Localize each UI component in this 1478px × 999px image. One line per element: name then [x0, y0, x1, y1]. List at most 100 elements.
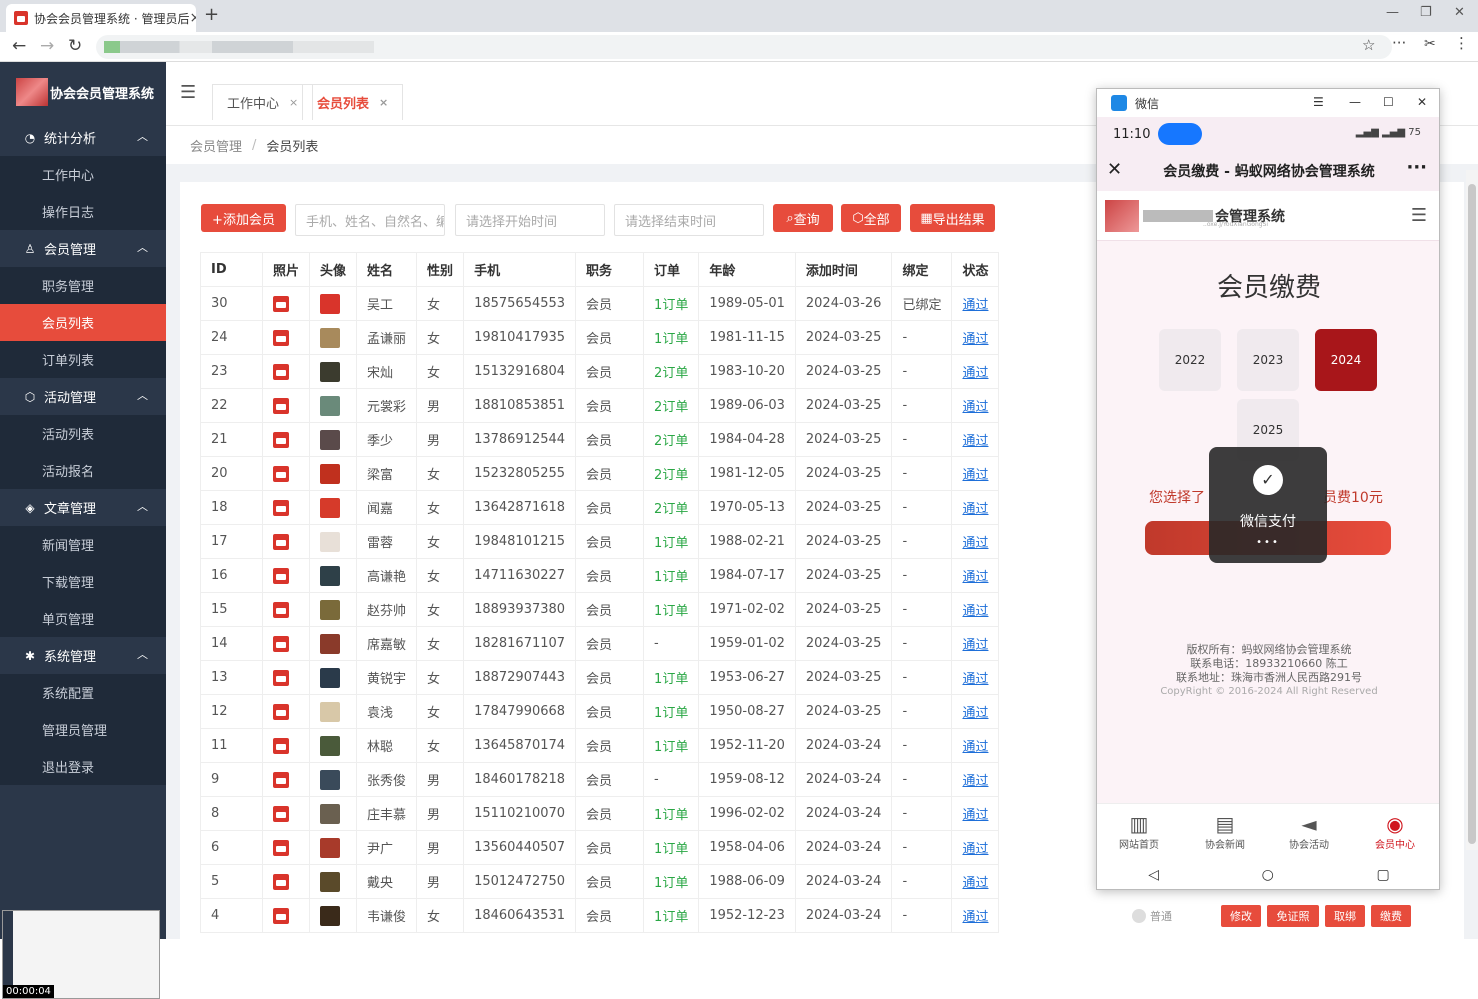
sidebar-group[interactable]: ◔ 统计分析 ︿ — [0, 119, 166, 156]
scrollbar-thumb[interactable] — [1468, 184, 1476, 844]
status-link[interactable]: 通过 — [962, 740, 988, 755]
close-icon[interactable]: × — [289, 96, 298, 109]
avatar[interactable] — [320, 497, 341, 518]
sidebar-item[interactable]: 活动列表 — [0, 415, 166, 452]
status-link[interactable]: 通过 — [962, 774, 988, 789]
nav-activities[interactable]: ◄ 协会活动 — [1279, 812, 1339, 851]
back-icon[interactable]: ← — [12, 36, 26, 56]
avatar[interactable] — [320, 837, 341, 858]
status-link[interactable]: 通过 — [962, 434, 988, 449]
more-icon[interactable]: ··· — [1406, 157, 1427, 178]
url-field[interactable] — [96, 35, 1392, 59]
cell-orders[interactable]: 1订单 — [643, 320, 700, 355]
photo-placeholder-icon[interactable] — [273, 363, 289, 380]
add-member-button[interactable]: +添加会员 — [201, 204, 286, 232]
avatar[interactable] — [320, 463, 341, 484]
status-link[interactable]: 通过 — [962, 672, 988, 687]
photo-placeholder-icon[interactable] — [273, 567, 289, 584]
tab-close-icon[interactable]: × — [189, 10, 196, 26]
avatar[interactable] — [320, 565, 341, 586]
photo-placeholder-icon[interactable] — [273, 601, 289, 618]
cell-orders[interactable]: 1订单 — [643, 558, 700, 593]
status-link[interactable]: 通过 — [962, 400, 988, 415]
status-link[interactable]: 通过 — [962, 842, 988, 857]
photo-placeholder-icon[interactable] — [273, 771, 289, 788]
status-link[interactable]: 通过 — [962, 502, 988, 517]
avatar[interactable] — [320, 803, 341, 824]
sidebar-item[interactable]: 活动报名 — [0, 452, 166, 489]
search-input[interactable]: 手机、姓名、自然名、编号 — [295, 204, 445, 236]
home-circle-icon[interactable]: ○ — [1262, 867, 1274, 883]
wechat-minimize-button[interactable]: — — [1349, 95, 1361, 109]
close-icon[interactable]: × — [379, 96, 388, 109]
start-date-input[interactable]: 请选择开始时间 — [455, 204, 605, 236]
bookmark-star-icon[interactable]: ☆ — [1362, 36, 1375, 54]
restore-button[interactable]: ❐ — [1420, 5, 1432, 20]
extension-icon[interactable]: ✂ — [1424, 36, 1436, 52]
avatar[interactable] — [320, 395, 341, 416]
sidebar-item[interactable]: 单页管理 — [0, 600, 166, 637]
status-link[interactable]: 通过 — [962, 706, 988, 721]
photo-placeholder-icon[interactable] — [273, 465, 289, 482]
cell-orders[interactable]: 1订单 — [643, 728, 700, 763]
member-type-switch[interactable]: 普通 — [1132, 908, 1172, 924]
close-window-button[interactable]: ✕ — [1454, 5, 1465, 20]
cell-orders[interactable]: 2订单 — [643, 388, 700, 423]
sidebar-item[interactable]: 管理员管理 — [0, 711, 166, 748]
nav-news[interactable]: ▤ 协会新闻 — [1195, 812, 1255, 851]
cell-orders[interactable]: 1订单 — [643, 864, 700, 899]
browser-tab[interactable]: 协会会员管理系统 · 管理员后 × — [6, 4, 196, 32]
sidebar-item[interactable]: 会员列表 — [0, 304, 166, 341]
wechat-close-button[interactable]: ✕ — [1417, 95, 1427, 109]
sidebar-item[interactable]: 工作中心 — [0, 156, 166, 193]
photo-placeholder-icon[interactable] — [273, 703, 289, 720]
year-option-2024[interactable]: 2024 — [1315, 329, 1377, 391]
avatar[interactable] — [320, 871, 341, 892]
photo-placeholder-icon[interactable] — [273, 873, 289, 890]
status-link[interactable]: 通过 — [962, 298, 988, 313]
breadcrumb-parent[interactable]: 会员管理 — [190, 136, 242, 155]
tab-member-list[interactable]: 会员列表 × — [302, 84, 404, 120]
photo-placeholder-icon[interactable] — [273, 533, 289, 550]
avatar[interactable] — [320, 429, 341, 450]
row-action-button[interactable]: 取绑 — [1325, 905, 1365, 927]
sidebar-item[interactable]: 订单列表 — [0, 341, 166, 378]
avatar[interactable] — [320, 327, 341, 348]
cell-orders[interactable]: 1订单 — [643, 592, 700, 627]
photo-placeholder-icon[interactable] — [273, 635, 289, 652]
query-button[interactable]: ⌕ 查询 — [773, 204, 833, 232]
sidebar-item[interactable]: 退出登录 — [0, 748, 166, 785]
avatar[interactable] — [320, 599, 341, 620]
all-button[interactable]: ⬡ 全部 — [841, 204, 901, 232]
photo-placeholder-icon[interactable] — [273, 839, 289, 856]
status-link[interactable]: 通过 — [962, 366, 988, 381]
status-link[interactable]: 通过 — [962, 876, 988, 891]
year-option-2023[interactable]: 2023 — [1237, 329, 1299, 391]
close-icon[interactable]: ✕ — [1107, 159, 1122, 180]
wechat-maximize-button[interactable]: ☐ — [1383, 95, 1394, 109]
photo-placeholder-icon[interactable] — [273, 907, 289, 924]
avatar[interactable] — [320, 293, 341, 314]
photo-placeholder-icon[interactable] — [273, 499, 289, 516]
wechat-menu-icon[interactable]: ☰ — [1313, 95, 1324, 109]
cell-orders[interactable]: 1订单 — [643, 524, 700, 559]
row-action-button[interactable]: 修改 — [1221, 905, 1261, 927]
cell-orders[interactable]: 2订单 — [643, 354, 700, 389]
sidebar-item[interactable]: 职务管理 — [0, 267, 166, 304]
page-scrollbar[interactable] — [1466, 170, 1478, 850]
sidebar-item[interactable]: 下载管理 — [0, 563, 166, 600]
export-button[interactable]: ▦ 导出结果 — [910, 204, 995, 232]
cell-orders[interactable]: 1订单 — [643, 660, 700, 695]
status-link[interactable]: 通过 — [962, 604, 988, 619]
menu-icon[interactable]: ⋮ — [1454, 34, 1469, 52]
tab-workcenter[interactable]: 工作中心 × — [212, 84, 314, 120]
cell-orders[interactable]: 2订单 — [643, 490, 700, 525]
status-link[interactable]: 通过 — [962, 570, 988, 585]
status-link[interactable]: 通过 — [962, 808, 988, 823]
cell-orders[interactable]: 2订单 — [643, 422, 700, 457]
sidebar-item[interactable]: 新闻管理 — [0, 526, 166, 563]
avatar[interactable] — [320, 735, 341, 756]
photo-placeholder-icon[interactable] — [273, 329, 289, 346]
status-link[interactable]: 通过 — [962, 638, 988, 653]
sidebar-group[interactable]: ◈ 文章管理 ︿ — [0, 489, 166, 526]
